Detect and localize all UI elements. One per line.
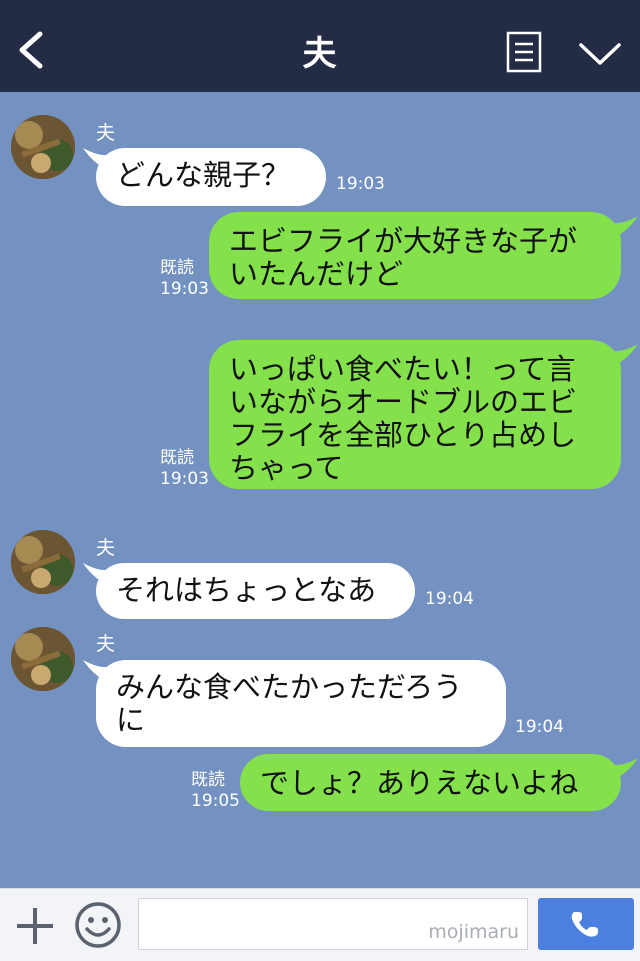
sender-name: 夫 <box>96 537 116 559</box>
chat-title: 夫 <box>302 34 338 74</box>
message-time: 19:05 <box>191 791 240 811</box>
smile-icon[interactable] <box>74 901 122 949</box>
avatar-photo-icon <box>11 115 75 179</box>
sender-name: 夫 <box>96 633 116 655</box>
avatar[interactable] <box>11 530 75 594</box>
incoming-message-bubble[interactable]: それはちょっとなあ <box>96 563 415 619</box>
message-time: 19:03 <box>160 279 209 299</box>
outgoing-message-bubble[interactable]: いっぱい食べたい！って言 いながらオードブルのエビ フライを全部ひとり占めし ち… <box>209 340 621 489</box>
read-receipt: 既読 <box>160 448 194 468</box>
message-time: 19:04 <box>425 589 474 609</box>
sender-name: 夫 <box>96 122 116 144</box>
watermark-text: mojimaru <box>428 921 519 943</box>
message-input[interactable]: mojimaru <box>138 898 528 950</box>
avatar-photo-icon <box>11 530 75 594</box>
message-time: 19:03 <box>336 174 385 194</box>
phone-icon <box>571 912 598 937</box>
call-button[interactable] <box>538 898 634 950</box>
message-time: 19:04 <box>515 717 564 737</box>
bubble-tail <box>608 216 638 240</box>
message-time: 19:03 <box>160 469 209 489</box>
read-receipt: 既読 <box>160 258 194 278</box>
bubble-tail <box>608 344 638 368</box>
avatar-photo-icon <box>11 627 75 691</box>
plus-icon[interactable] <box>14 905 56 947</box>
avatar[interactable] <box>11 115 75 179</box>
avatar[interactable] <box>11 627 75 691</box>
input-bar: mojimaru <box>0 888 640 961</box>
chat-header: 夫 <box>0 0 640 92</box>
notes-icon[interactable] <box>506 31 542 73</box>
bubble-tail <box>608 758 638 782</box>
outgoing-message-bubble[interactable]: エビフライが大好きな子が いたんだけど <box>209 212 621 299</box>
read-receipt: 既読 <box>191 770 225 790</box>
outgoing-message-bubble[interactable]: でしょ？ありえないよね <box>240 754 621 811</box>
incoming-message-bubble[interactable]: みんな食べたかっただろう に <box>96 660 506 747</box>
message-list[interactable]: 夫 どんな親子？ 19:03 既読 19:03 エビフライが大好きな子が いたん… <box>0 92 640 888</box>
chevron-down-icon[interactable] <box>578 40 622 68</box>
incoming-message-bubble[interactable]: どんな親子？ <box>96 148 326 206</box>
